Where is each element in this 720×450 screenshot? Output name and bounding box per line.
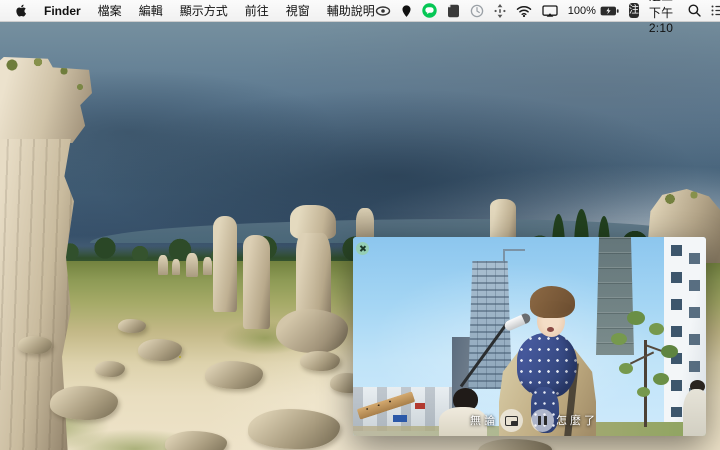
- rock: [18, 336, 52, 354]
- stone-pillar: [213, 216, 237, 312]
- tree-foliage: [653, 373, 669, 385]
- musician-right-body: [683, 389, 706, 436]
- menu-bar-left: Finder 檔案 編輯 顯示方式 前往 視窗 輔助說明: [0, 2, 375, 19]
- pause-icon: [538, 416, 547, 425]
- tree-foliage: [627, 311, 645, 325]
- pip-video-window[interactable]: 無論 怎麼了: [353, 237, 706, 436]
- rock-cluster: [276, 309, 348, 353]
- tree-foliage: [649, 323, 664, 335]
- video-frame: 無論 怎麼了: [353, 237, 706, 436]
- battery-percent-label: 100%: [567, 4, 596, 17]
- battery-status[interactable]: 100%: [568, 3, 619, 19]
- window-column: [671, 245, 682, 417]
- rock: [95, 361, 125, 377]
- pip-close-button[interactable]: [356, 242, 369, 255]
- rock: [165, 431, 227, 450]
- menu-edit[interactable]: 編輯: [139, 2, 163, 19]
- menu-view[interactable]: 顯示方式: [180, 2, 228, 19]
- menu-help[interactable]: 輔助說明: [327, 2, 375, 19]
- distant-pillar: [203, 257, 212, 275]
- singer-hair: [530, 286, 575, 318]
- exit-pip-icon: [505, 415, 518, 426]
- distant-pillar: [158, 255, 168, 275]
- line-messenger-icon[interactable]: [422, 3, 437, 19]
- rock: [205, 361, 263, 389]
- rock: [300, 351, 340, 371]
- menu-bar-status: 100% 注 週三 下午2:10: [375, 0, 720, 35]
- close-icon: [359, 245, 366, 252]
- rock: [50, 386, 118, 420]
- menu-bar-clock[interactable]: 週三 下午2:10: [649, 0, 678, 35]
- battery-charging-icon: [600, 3, 619, 19]
- menu-file[interactable]: 檔案: [98, 2, 122, 19]
- notification-center-icon[interactable]: [711, 3, 720, 19]
- menu-bar: Finder 檔案 編輯 顯示方式 前往 視窗 輔助說明 100% 注 下午2:…: [0, 0, 720, 35]
- rock: [138, 339, 182, 361]
- subtitle-left: 無論: [470, 415, 498, 427]
- desktop-screen: Finder 檔案 編輯 顯示方式 前往 視窗 輔助說明 100% 注 下午2:…: [0, 0, 720, 450]
- distant-pillar: [356, 208, 374, 240]
- building-sign: [415, 403, 425, 409]
- menu-go[interactable]: 前往: [245, 2, 269, 19]
- eye-icon[interactable]: [375, 3, 391, 19]
- input-method-icon[interactable]: 注: [628, 3, 639, 18]
- distant-pillar: [186, 253, 198, 277]
- tree-trunk: [644, 340, 647, 427]
- spotlight-search-icon[interactable]: [688, 3, 701, 19]
- rock: [118, 319, 146, 333]
- distant-pillar: [172, 259, 180, 275]
- building-sign: [393, 415, 407, 422]
- window-switcher-icon[interactable]: [494, 3, 506, 19]
- app-menu-finder[interactable]: Finder: [44, 4, 81, 18]
- stone-pillar: [243, 235, 270, 329]
- rock: [248, 409, 340, 449]
- apple-icon[interactable]: [14, 3, 27, 19]
- tree-foliage: [619, 363, 633, 374]
- exit-pip-button[interactable]: [500, 409, 523, 432]
- stone-pillar-left-cap: [0, 57, 92, 143]
- evernote-icon[interactable]: [447, 3, 460, 19]
- pause-button[interactable]: [531, 409, 554, 432]
- tree-foliage: [661, 345, 678, 358]
- wifi-icon[interactable]: [516, 3, 532, 19]
- menu-window[interactable]: 視窗: [286, 2, 310, 19]
- clock-icon[interactable]: [470, 3, 484, 19]
- singer-mouth: [547, 327, 554, 332]
- display-mirroring-icon[interactable]: [542, 3, 558, 19]
- subtitle-right: 怎麼了: [556, 415, 598, 427]
- location-icon[interactable]: [401, 3, 412, 19]
- tree-foliage: [637, 387, 650, 397]
- tree-foliage: [611, 333, 627, 345]
